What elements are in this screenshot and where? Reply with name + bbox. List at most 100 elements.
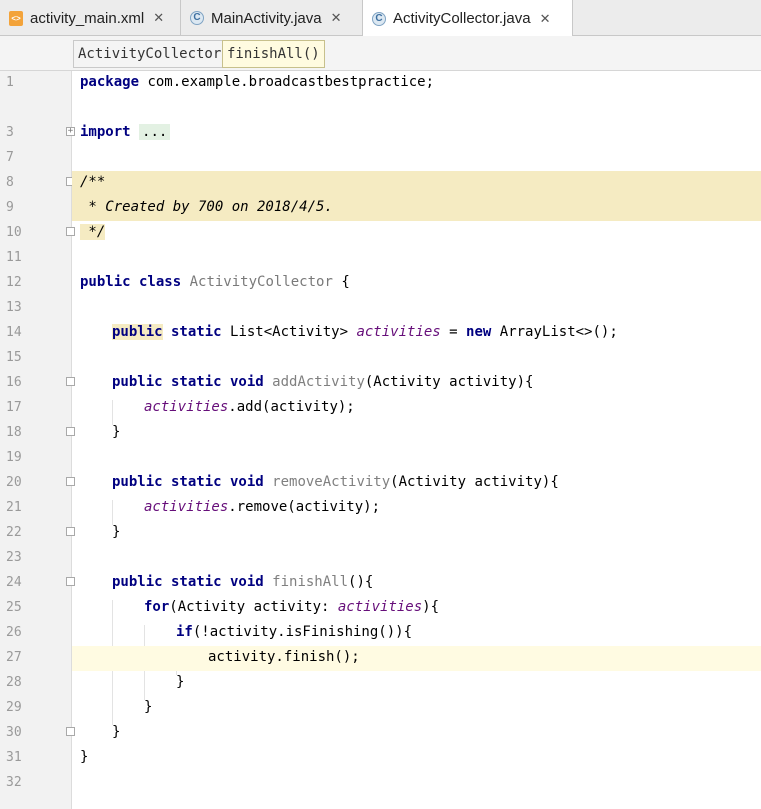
keyword: static [162,324,222,340]
editor-tab-bar: <> activity_main.xml ✕ C MainActivity.ja… [0,0,761,37]
field-name: activities [337,599,423,615]
tab-activity-main-xml[interactable]: <> activity_main.xml ✕ [0,0,181,36]
code-line: } [72,671,761,696]
code-line: } [72,696,761,721]
brace: } [80,749,89,765]
line-number: 26 [6,625,22,640]
line-number: 27 [6,650,22,665]
folded-imports[interactable]: ... [139,124,171,140]
doc-comment: * Created by 700 on 2018/4/5. [80,199,333,215]
code-line: public static void removeActivity(Activi… [72,471,761,496]
code-line: } [72,521,761,546]
line-number: 11 [6,250,22,265]
keyword: public static void [112,474,264,490]
code-line: if(!activity.isFinishing()){ [72,621,761,646]
call: activity.finish(); [208,649,360,665]
line-number: 3 [6,125,14,140]
line-number: 17 [6,400,22,415]
tab-label: MainActivity.java [211,9,322,27]
line-number: 9 [6,200,14,215]
tab-label: activity_main.xml [30,9,145,27]
code-line: */ [72,221,761,246]
breadcrumb-method[interactable]: finishAll() [222,40,325,68]
tab-activity-collector-java[interactable]: C ActivityCollector.java ✕ [363,0,573,37]
java-class-icon: C [371,11,387,27]
field-name: activities [356,324,441,340]
breadcrumb-class[interactable]: ActivityCollector [73,40,227,68]
line-number: 7 [6,150,14,165]
code-line: public static List<Activity> activities … [72,321,761,346]
code-line: activities.remove(activity); [72,496,761,521]
type: List<Activity> [221,324,357,340]
line-number: 22 [6,525,22,540]
method-name: finishAll [272,574,349,590]
java-class-icon: C [189,10,205,26]
operator: = [440,324,467,340]
tab-label: ActivityCollector.java [393,10,531,27]
method-name: removeActivity [272,474,391,490]
brace: } [112,424,121,440]
close-icon[interactable]: ✕ [153,10,164,26]
field-name: activities [144,399,229,415]
line-number: 30 [6,725,22,740]
keyword: if [176,624,193,640]
brace: ){ [422,599,440,615]
brace: } [176,674,185,690]
params: (Activity activity){ [364,374,534,390]
condition: (!activity.isFinishing()){ [192,624,413,640]
code-line: for(Activity activity: activities){ [72,596,761,621]
params: (){ [348,574,374,590]
line-number: 32 [6,775,22,790]
brace: } [112,524,121,540]
keyword: for [144,599,170,615]
line-number: 24 [6,575,22,590]
keyword: public static void [112,374,264,390]
code-line: import ... [72,121,761,146]
field-name: activities [144,499,229,515]
package-name: com.example.broadcastbestpractice; [139,74,435,90]
keyword: public static void [112,574,264,590]
line-number: 12 [6,275,22,290]
line-number: 31 [6,750,22,765]
code-line: } [72,421,761,446]
xml-file-icon: <> [8,10,24,26]
line-number: 15 [6,350,22,365]
code-line: public static void addActivity(Activity … [72,371,761,396]
line-number: 8 [6,175,14,190]
keyword: public class [80,274,182,290]
keyword: new [466,324,492,340]
line-number: 10 [6,225,22,240]
constructor: ArrayList<>(); [491,324,618,340]
code-line: package com.example.broadcastbestpractic… [72,71,761,96]
code-line: activities.add(activity); [72,396,761,421]
keyword: public [112,324,163,340]
code-editor[interactable]: package com.example.broadcastbestpractic… [72,71,761,809]
line-number: 14 [6,325,22,340]
code-line: /** [72,171,761,196]
brace: { [332,274,350,290]
close-icon[interactable]: ✕ [331,10,342,26]
line-number: 16 [6,375,22,390]
line-number: 23 [6,550,22,565]
call: .remove(activity); [228,499,381,515]
doc-comment: /** [80,174,106,190]
line-number: 1 [6,75,14,90]
keyword: import [80,124,131,140]
line-number: 28 [6,675,22,690]
params: (Activity activity){ [390,474,559,490]
class-name: ActivityCollector [189,274,333,290]
line-number-gutter[interactable]: 1 3 7 8 9 10 11 12 13 14 15 16 17 18 19 … [0,71,75,809]
code-line: * Created by 700 on 2018/4/5. [72,196,761,221]
line-number: 29 [6,700,22,715]
tab-main-activity-java[interactable]: C MainActivity.java ✕ [181,0,363,36]
close-icon[interactable]: ✕ [540,11,551,27]
doc-comment: */ [80,224,106,240]
code-line: public static void finishAll(){ [72,571,761,596]
keyword: package [80,74,140,90]
breadcrumb: ActivityCollector finishAll() [0,36,761,71]
line-number: 21 [6,500,22,515]
current-line: activity.finish(); [72,646,761,671]
brace: } [144,699,153,715]
line-number: 13 [6,300,22,315]
line-number: 19 [6,450,22,465]
